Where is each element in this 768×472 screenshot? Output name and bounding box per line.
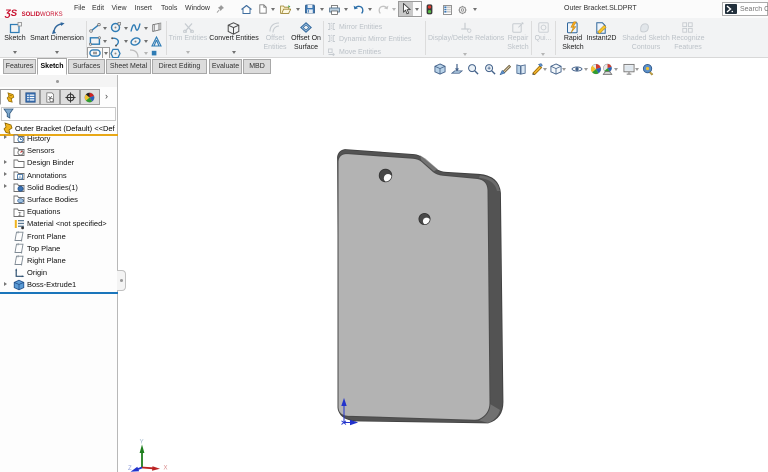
svg-text:X: X (164, 466, 168, 472)
svg-text:Σ: Σ (18, 212, 22, 218)
svg-text:A: A (19, 175, 22, 180)
svg-text:Z: Z (128, 466, 132, 472)
svg-text:Y: Y (140, 440, 144, 446)
